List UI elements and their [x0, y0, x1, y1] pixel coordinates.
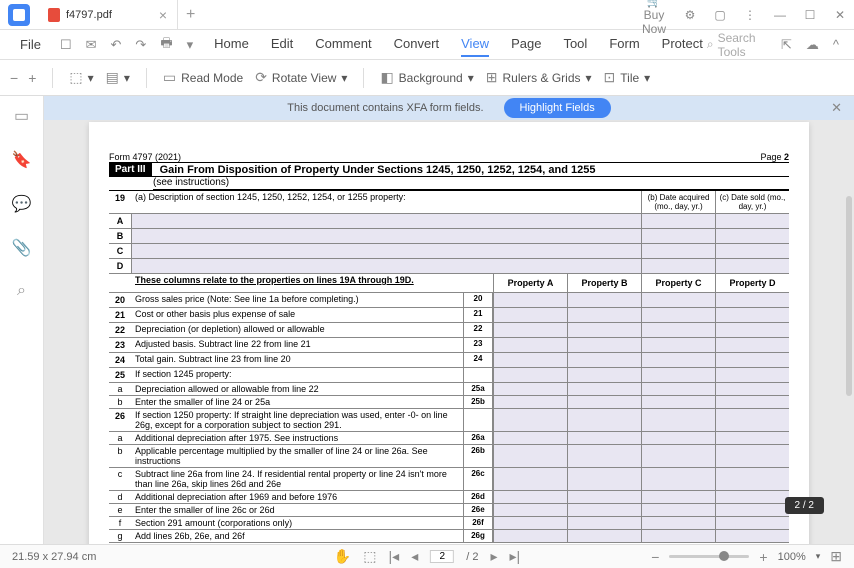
- prop-a-header: Property A: [493, 274, 567, 292]
- close-button[interactable]: ✕: [826, 8, 854, 22]
- rotate-view-button[interactable]: ⟳Rotate View▾: [255, 69, 347, 86]
- share-icon[interactable]: ⇱: [776, 37, 797, 53]
- letter-B: B: [109, 229, 131, 243]
- attachment-icon[interactable]: 📎: [12, 238, 32, 258]
- page-total: / 2: [466, 551, 478, 563]
- page-dimensions: 21.59 x 27.94 cm: [12, 551, 96, 563]
- zoom-in-icon[interactable]: +: [28, 70, 36, 86]
- document-viewport[interactable]: Form 4797 (2021) Page 2 Part III Gain Fr…: [44, 96, 854, 544]
- last-page-icon[interactable]: ▸|: [509, 548, 520, 565]
- tab-page[interactable]: Page: [511, 32, 541, 57]
- save-icon[interactable]: ☐: [55, 37, 77, 53]
- print-icon[interactable]: 🖶: [155, 34, 177, 56]
- line-19: 19: [109, 191, 131, 213]
- xfa-message: This document contains XFA form fields.: [287, 102, 483, 114]
- desc-D[interactable]: [131, 259, 641, 273]
- tab-protect[interactable]: Protect: [662, 32, 703, 57]
- hand-tool-icon[interactable]: ✋: [334, 548, 351, 565]
- scrollbar[interactable]: [846, 196, 852, 396]
- comment-icon[interactable]: 💬: [12, 194, 32, 214]
- pdf-icon: [48, 8, 60, 22]
- desc-A[interactable]: [131, 214, 641, 228]
- desc-C[interactable]: [131, 244, 641, 258]
- left-sidebar: ▭ 🔖 💬 📎 ⌕: [0, 96, 44, 544]
- buy-now-link[interactable]: 🛒 Buy Now: [640, 0, 668, 36]
- column-note: These columns relate to the properties o…: [131, 274, 493, 292]
- gear-icon[interactable]: ⚙: [676, 8, 704, 22]
- close-banner-icon[interactable]: ✕: [831, 100, 842, 116]
- tile-button[interactable]: ⊡Tile▾: [604, 69, 651, 86]
- xfa-banner: This document contains XFA form fields. …: [44, 96, 854, 120]
- collapse-icon[interactable]: ^: [828, 37, 844, 52]
- prop-c-header: Property C: [641, 274, 715, 292]
- more-icon[interactable]: ⋮: [736, 8, 764, 22]
- tab-filename: f4797.pdf: [66, 9, 112, 21]
- fit-page-button[interactable]: ⬚▾: [69, 69, 93, 86]
- select-tool-icon[interactable]: ⬚: [363, 548, 376, 565]
- search-icon[interactable]: ⌕: [707, 37, 714, 52]
- document-tab[interactable]: f4797.pdf ×: [38, 0, 178, 29]
- statusbar: 21.59 x 27.94 cm ✋ ⬚ |◂ ◂ / 2 ▸ ▸| − + 1…: [0, 544, 854, 568]
- zoom-out-icon[interactable]: −: [10, 70, 18, 86]
- read-mode-button[interactable]: ▭Read Mode: [163, 69, 243, 86]
- prop-d-header: Property D: [715, 274, 789, 292]
- rulers-grids-button[interactable]: ⊞Rulers & Grids▾: [486, 69, 592, 86]
- thumbnails-icon[interactable]: ▭: [14, 106, 29, 126]
- bookmark-icon[interactable]: 🔖: [12, 150, 32, 170]
- page-layout-button[interactable]: ▤▾: [106, 69, 130, 86]
- bell-icon[interactable]: ▢: [706, 8, 734, 22]
- redo-icon[interactable]: ↷: [130, 37, 151, 53]
- tab-home[interactable]: Home: [214, 32, 249, 57]
- page-input[interactable]: [430, 550, 454, 563]
- app-icon[interactable]: [8, 4, 30, 26]
- maximize-button[interactable]: ☐: [796, 8, 824, 22]
- desc-B[interactable]: [131, 229, 641, 243]
- form-header-left: Form 4797 (2021): [109, 152, 181, 162]
- tab-convert[interactable]: Convert: [394, 32, 440, 57]
- background-button[interactable]: ◧Background▾: [380, 69, 473, 86]
- tab-edit[interactable]: Edit: [271, 32, 293, 57]
- zoom-slider[interactable]: [669, 555, 749, 558]
- search-panel-icon[interactable]: ⌕: [17, 282, 26, 300]
- dropdown-icon[interactable]: ▾: [182, 37, 199, 53]
- pdf-page: Form 4797 (2021) Page 2 Part III Gain Fr…: [89, 122, 809, 544]
- view-toolbar: − + ⬚▾ ▤▾ ▭Read Mode ⟳Rotate View▾ ◧Back…: [0, 60, 854, 96]
- part-title: Gain From Disposition of Property Under …: [160, 164, 596, 176]
- zoom-in-status-icon[interactable]: +: [759, 549, 767, 565]
- page-badge: 2 / 2: [785, 497, 824, 514]
- fullscreen-icon[interactable]: ⊞: [830, 548, 842, 565]
- col-c-header: (c) Date sold (mo., day, yr.): [715, 191, 789, 213]
- see-instructions: (see instructions): [153, 177, 789, 190]
- next-page-icon[interactable]: ▸: [490, 548, 497, 565]
- prev-page-icon[interactable]: ◂: [411, 548, 418, 565]
- first-page-icon[interactable]: |◂: [389, 548, 400, 565]
- form-header-right: Page 2: [760, 152, 789, 162]
- col-b-header: (b) Date acquired (mo., day, yr.): [641, 191, 715, 213]
- menubar: File ☐ ✉ ↶ ↷ 🖶 ▾ Home Edit Comment Conve…: [0, 30, 854, 60]
- zoom-out-status-icon[interactable]: −: [651, 549, 659, 565]
- prop-b-header: Property B: [567, 274, 641, 292]
- undo-icon[interactable]: ↶: [106, 37, 127, 53]
- highlight-fields-button[interactable]: Highlight Fields: [504, 98, 611, 118]
- part-label: Part III: [109, 163, 152, 176]
- cloud-icon[interactable]: ☁: [801, 37, 824, 53]
- letter-C: C: [109, 244, 131, 258]
- titlebar: f4797.pdf × + 🛒 Buy Now ⚙ ▢ ⋮ — ☐ ✕: [0, 0, 854, 30]
- letter-D: D: [109, 259, 131, 273]
- mail-icon[interactable]: ✉: [81, 37, 102, 53]
- file-menu[interactable]: File: [10, 37, 51, 52]
- line-19a-text: (a) Description of section 1245, 1250, 1…: [131, 191, 641, 213]
- close-tab-icon[interactable]: ×: [159, 7, 167, 23]
- tab-comment[interactable]: Comment: [315, 32, 371, 57]
- tab-form[interactable]: Form: [609, 32, 639, 57]
- zoom-level[interactable]: 100%: [778, 551, 806, 563]
- search-tools[interactable]: Search Tools: [718, 31, 760, 59]
- tab-view[interactable]: View: [461, 32, 489, 57]
- minimize-button[interactable]: —: [766, 8, 794, 22]
- letter-A: A: [109, 214, 131, 228]
- tab-tool[interactable]: Tool: [563, 32, 587, 57]
- add-tab-icon[interactable]: +: [178, 6, 203, 24]
